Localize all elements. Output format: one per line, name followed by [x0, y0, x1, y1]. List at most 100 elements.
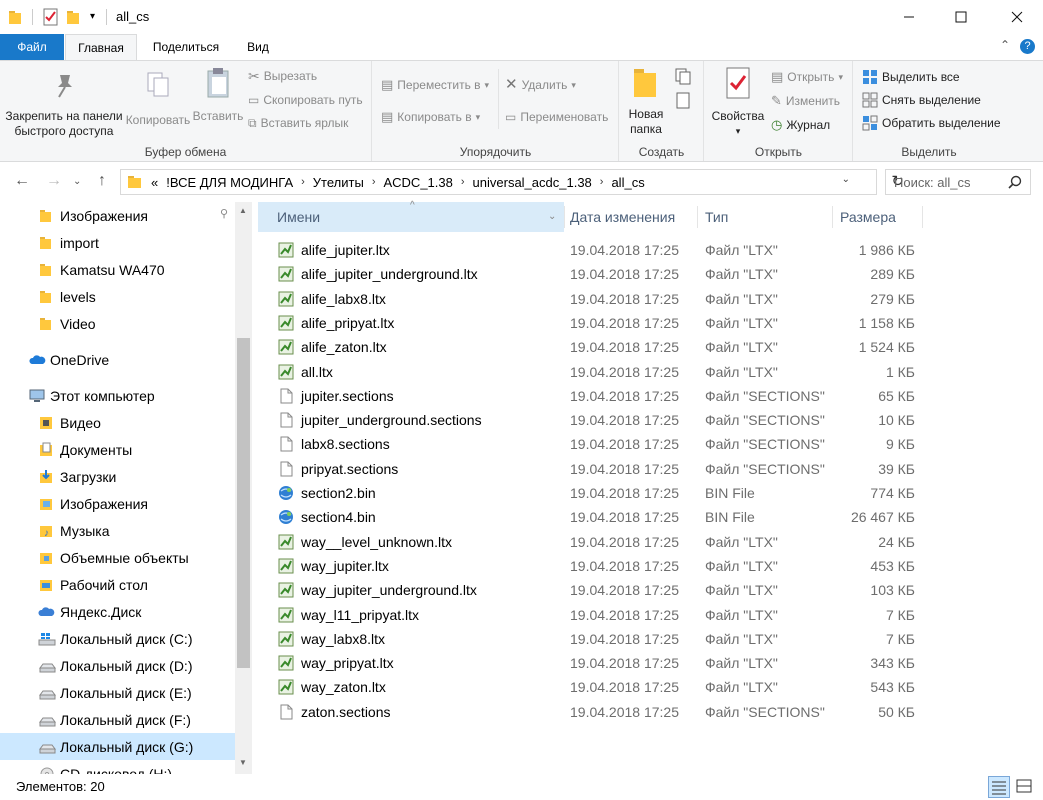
search-input[interactable]: Поиск: all_cs	[885, 169, 1031, 195]
tab-share[interactable]: Поделиться	[140, 34, 232, 60]
scroll-down-icon[interactable]: ▼	[239, 758, 247, 767]
open-button[interactable]: ▤ Открыть ▾	[771, 67, 843, 87]
nav-item[interactable]: OneDrive	[0, 346, 235, 373]
file-row[interactable]: section4.bin 19.04.2018 17:25 BIN File 26 4…	[276, 505, 936, 529]
nav-item[interactable]: Изображения	[0, 490, 235, 517]
nav-item[interactable]: Яндекс.Диск	[0, 598, 235, 625]
customize-quick-access-icon[interactable]: ▾	[90, 11, 95, 29]
forward-arrow-icon[interactable]: →	[46, 172, 62, 190]
minimize-button[interactable]	[886, 0, 932, 34]
chevron-right-icon[interactable]: ›	[600, 176, 604, 188]
nav-item[interactable]: CD-дисковод (H:)	[0, 760, 235, 774]
nav-item[interactable]: levels	[0, 283, 235, 310]
file-row[interactable]: way_jupiter_underground.ltx 19.04.2018 17…	[276, 578, 936, 602]
column-header-size[interactable]: Размера	[840, 202, 922, 232]
maximize-button[interactable]	[938, 0, 984, 34]
nav-item[interactable]: Локальный диск (E:)	[0, 679, 235, 706]
copy-button[interactable]: Копировать	[124, 65, 192, 128]
file-row[interactable]: jupiter.sections 19.04.2018 17:25 Файл "SE…	[276, 384, 936, 408]
nav-item[interactable]: Локальный диск (C:)	[0, 625, 235, 652]
file-row[interactable]: way_l11_pripyat.ltx 19.04.2018 17:25 Файл …	[276, 603, 936, 627]
nav-item[interactable]: Объемные объекты	[0, 544, 235, 571]
rename-button[interactable]: ▭ Переименовать	[505, 107, 608, 127]
column-header-name[interactable]: Имени ^ ⌄	[258, 200, 564, 232]
collapse-ribbon-icon[interactable]: ⌃	[1000, 38, 1010, 52]
file-row[interactable]: alife_jupiter.ltx 19.04.2018 17:25 Файл "L…	[276, 238, 936, 262]
breadcrumb-item[interactable]: !ВСЕ ДЛЯ МОДИНГА	[166, 175, 293, 190]
nav-item[interactable]: Локальный диск (D:)	[0, 652, 235, 679]
address-bar[interactable]: « !ВСЕ ДЛЯ МОДИНГА › Утелиты › ACDC_1.38…	[120, 169, 904, 195]
recent-locations-icon[interactable]: ⌄	[73, 176, 81, 187]
delete-button[interactable]: ✕ Удалить ▾	[505, 75, 576, 95]
up-arrow-icon[interactable]: ↑	[98, 172, 106, 190]
chevron-right-icon[interactable]: ›	[301, 176, 305, 188]
column-header-date[interactable]: Дата изменения	[570, 202, 695, 232]
file-row[interactable]: alife_zaton.ltx 19.04.2018 17:25 Файл "LTX…	[276, 335, 936, 359]
paste-button[interactable]: Вставить	[190, 65, 246, 124]
nav-item[interactable]: Изображения ⚲	[0, 202, 235, 229]
breadcrumb-item[interactable]: universal_acdc_1.38	[473, 175, 592, 190]
file-row[interactable]: way_pripyat.ltx 19.04.2018 17:25 Файл "LTX…	[276, 651, 936, 675]
help-icon[interactable]: ?	[1020, 39, 1035, 54]
file-row[interactable]: alife_pripyat.ltx 19.04.2018 17:25 Файл "L…	[276, 311, 936, 335]
file-row[interactable]: alife_labx8.ltx 19.04.2018 17:25 Файл "LTX…	[276, 287, 936, 311]
close-button[interactable]	[990, 0, 1043, 34]
file-row[interactable]: way__level_unknown.ltx 19.04.2018 17:25 Фа…	[276, 530, 936, 554]
file-row[interactable]: way_jupiter.ltx 19.04.2018 17:25 Файл "LTX…	[276, 554, 936, 578]
cut-button[interactable]: ✂ Вырезать	[248, 66, 317, 86]
file-row[interactable]: zaton.sections 19.04.2018 17:25 Файл "SECT…	[276, 700, 936, 724]
properties-button[interactable]: Свойства ▾	[709, 65, 767, 139]
new-folder-button[interactable]: Новая папка	[624, 65, 668, 137]
new-folder-icon[interactable]	[66, 8, 82, 26]
details-view-button[interactable]	[988, 776, 1010, 798]
chevron-right-icon[interactable]: ›	[372, 176, 376, 188]
properties-icon[interactable]	[42, 8, 60, 26]
column-header-type[interactable]: Тип	[705, 202, 830, 232]
nav-item[interactable]: Локальный диск (F:)	[0, 706, 235, 733]
file-row[interactable]: labx8.sections 19.04.2018 17:25 Файл "SECT…	[276, 432, 936, 456]
invert-selection-button[interactable]: Обратить выделение	[862, 113, 1001, 133]
edit-button[interactable]: ✎ Изменить	[771, 91, 840, 111]
breadcrumb-overflow[interactable]: «	[151, 175, 158, 190]
select-none-button[interactable]: Снять выделение	[862, 90, 981, 110]
tab-home[interactable]: Главная	[65, 34, 137, 61]
nav-item[interactable]: import	[0, 229, 235, 256]
pin-icon[interactable]: ⚲	[220, 207, 228, 220]
easy-access-button[interactable]	[674, 91, 698, 114]
nav-item[interactable]: Kamatsu WA470	[0, 256, 235, 283]
tab-file[interactable]: Файл	[0, 34, 64, 60]
address-dropdown-icon[interactable]: ⌄	[842, 174, 850, 185]
nav-item[interactable]: Этот компьютер	[0, 382, 235, 409]
scroll-up-icon[interactable]: ▲	[239, 206, 247, 215]
back-arrow-icon[interactable]: ←	[14, 172, 30, 190]
copy-to-button[interactable]: ▤ Копировать в ▾	[381, 107, 480, 127]
file-row[interactable]: all.ltx 19.04.2018 17:25 Файл "LTX" 1 КБ	[276, 360, 936, 384]
nav-item[interactable]: Видео	[0, 409, 235, 436]
chevron-down-icon[interactable]: ⌄	[548, 202, 556, 232]
nav-scrollbar[interactable]: ▲ ▼	[235, 202, 252, 774]
nav-scrollbar-thumb[interactable]	[237, 338, 250, 668]
file-row[interactable]: way_zaton.ltx 19.04.2018 17:25 Файл "LTX" 5…	[276, 675, 936, 699]
pin-quick-access-button[interactable]: Закрепить на панели быстрого доступа	[4, 65, 124, 139]
nav-item[interactable]: Локальный диск (G:)	[0, 733, 235, 760]
paste-shortcut-button[interactable]: ⧉ Вставить ярлык	[248, 113, 348, 133]
new-item-button[interactable]	[674, 67, 698, 90]
chevron-right-icon[interactable]: ›	[461, 176, 465, 188]
file-row[interactable]: section2.bin 19.04.2018 17:25 BIN File 774 …	[276, 481, 936, 505]
nav-item[interactable]: Загрузки	[0, 463, 235, 490]
breadcrumb-item[interactable]: ACDC_1.38	[383, 175, 452, 190]
nav-item[interactable]: Документы	[0, 436, 235, 463]
move-to-button[interactable]: ▤ Переместить в ▾	[381, 75, 489, 95]
breadcrumb-item[interactable]: Утелиты	[313, 175, 364, 190]
nav-item[interactable]: ♪ Музыка	[0, 517, 235, 544]
tab-view[interactable]: Вид	[236, 34, 280, 60]
breadcrumb-item[interactable]: all_cs	[611, 175, 644, 190]
file-row[interactable]: jupiter_underground.sections 19.04.2018 1…	[276, 408, 936, 432]
file-row[interactable]: alife_jupiter_underground.ltx 19.04.2018 …	[276, 262, 936, 286]
nav-item[interactable]: Video	[0, 310, 235, 337]
large-icons-view-button[interactable]	[1014, 776, 1036, 798]
select-all-button[interactable]: Выделить все	[862, 67, 960, 87]
file-row[interactable]: pripyat.sections 19.04.2018 17:25 Файл "SE…	[276, 457, 936, 481]
copy-path-button[interactable]: ▭ Скопировать путь	[248, 90, 363, 110]
history-button[interactable]: ◷ Журнал	[771, 115, 830, 135]
